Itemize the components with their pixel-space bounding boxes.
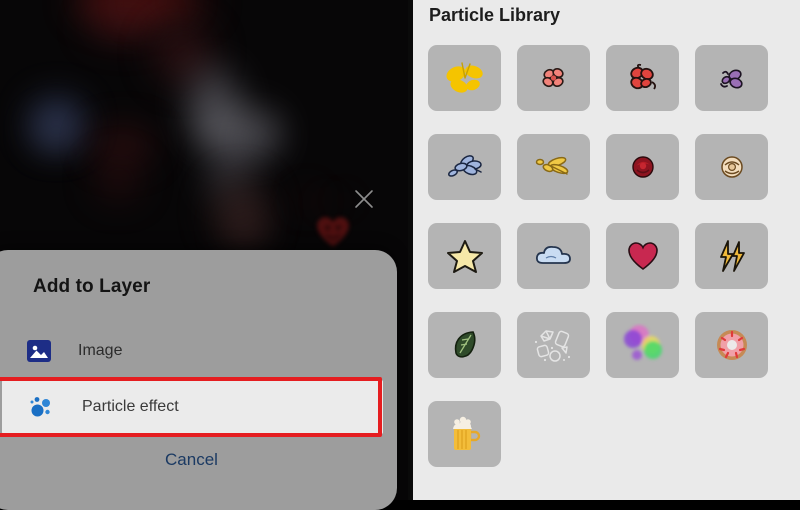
particle-tile-gold-lightning[interactable] — [695, 223, 768, 289]
particle-tile-white-gems[interactable] — [517, 312, 590, 378]
photo-region — [322, 198, 332, 208]
sheet-title: Add to Layer — [33, 276, 151, 297]
particle-tile-red-rose[interactable] — [606, 134, 679, 200]
particle-library-panel: Particle Library — [413, 0, 800, 500]
photo-region — [30, 96, 84, 148]
option-particle-effect[interactable]: Particle effect — [2, 380, 383, 434]
particle-tile-gold-dragonfly[interactable] — [517, 134, 590, 200]
close-x-icon[interactable] — [353, 188, 375, 210]
particle-tile-gold-star[interactable] — [428, 223, 501, 289]
particle-tile-beer-mug[interactable] — [428, 401, 501, 467]
photo-region — [340, 196, 349, 205]
particle-tile-blue-cloud[interactable] — [517, 223, 590, 289]
option-image-label: Image — [78, 342, 123, 359]
photo-region — [226, 206, 266, 250]
particle-tile-pink-heart[interactable] — [606, 223, 679, 289]
particle-tile-blue-petals[interactable] — [428, 134, 501, 200]
photo-region — [300, 194, 314, 206]
photo-region — [96, 160, 140, 200]
photo-region — [206, 140, 252, 202]
photo-region — [88, 14, 158, 40]
particle-effect-icon — [26, 392, 56, 422]
photo-region — [130, 0, 210, 20]
particle-tile-yellow-butterfly[interactable] — [428, 45, 501, 111]
photo-region — [75, 0, 185, 24]
heart-sticker — [316, 216, 350, 248]
photo-region — [152, 22, 212, 84]
particle-tile-pink-blossom[interactable] — [517, 45, 590, 111]
image-icon — [24, 336, 54, 366]
option-particle-effect-label: Particle effect — [82, 398, 179, 415]
particle-grid — [428, 45, 786, 467]
photo-region — [196, 106, 280, 156]
photo-region — [92, 126, 154, 164]
particle-tile-purple-bee[interactable] — [695, 45, 768, 111]
photo-region — [240, 116, 282, 162]
cancel-button[interactable]: Cancel — [0, 450, 397, 470]
particle-tile-color-splash[interactable] — [606, 312, 679, 378]
photo-region — [186, 66, 240, 142]
photo-region — [36, 118, 76, 148]
add-to-layer-sheet: Add to Layer Image Particle effect Cance… — [0, 250, 397, 510]
option-image[interactable]: Image — [0, 324, 397, 378]
particle-tile-cream-rose[interactable] — [695, 134, 768, 200]
particle-tile-pink-donut[interactable] — [695, 312, 768, 378]
particle-tile-green-leaf[interactable] — [428, 312, 501, 378]
particle-tile-red-blossom[interactable] — [606, 45, 679, 111]
photo-region — [212, 178, 268, 244]
library-title: Particle Library — [429, 5, 561, 25]
